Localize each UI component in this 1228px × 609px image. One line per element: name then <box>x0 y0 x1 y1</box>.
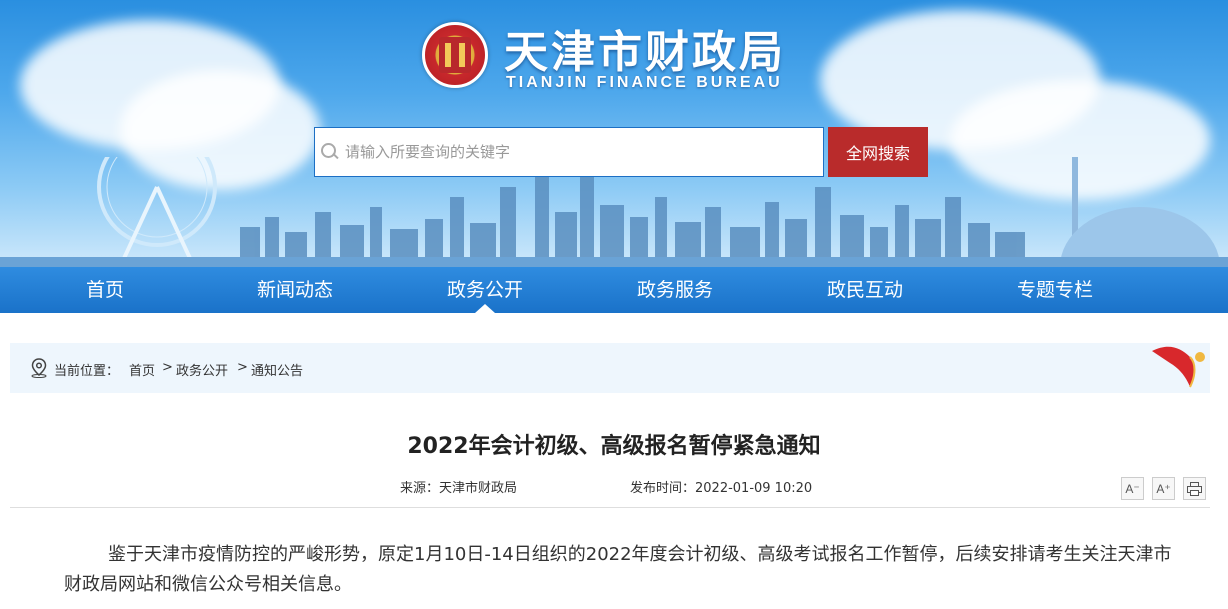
breadcrumb-item-gov-affairs[interactable]: 政务公开 <box>176 360 228 379</box>
location-pin-icon <box>31 358 47 378</box>
breadcrumb-prefix: 当前位置： <box>54 364 120 379</box>
ribbon-decoration-icon <box>1152 346 1205 388</box>
nav-item-home[interactable]: 首页 <box>10 267 200 313</box>
breadcrumb: 当前位置： 首页 > 政务公开 > 通知公告 <box>10 343 1210 393</box>
divider <box>10 507 1210 508</box>
search-icon <box>321 143 339 161</box>
article-publish-time: 发布时间：2022-01-09 10:20 <box>630 481 813 496</box>
article-source: 来源：天津市财政局 <box>400 481 518 496</box>
breadcrumb-separator: > <box>162 360 173 375</box>
site-title: 天津市财政局 <box>504 27 786 78</box>
breadcrumb-separator: > <box>237 360 248 375</box>
search-input[interactable] <box>345 143 805 161</box>
emblem-icon <box>422 22 488 88</box>
nav-item-interaction[interactable]: 政民互动 <box>770 267 960 313</box>
search-box <box>314 127 824 177</box>
article-title: 2022年会计初级、高级报名暂停紧急通知 <box>407 434 821 459</box>
site-subtitle: TIANJIN FINANCE BUREAU <box>506 74 783 91</box>
nav-item-topics[interactable]: 专题专栏 <box>960 267 1150 313</box>
font-decrease-button[interactable]: A⁻ <box>1121 477 1144 500</box>
nav-item-gov-services[interactable]: 政务服务 <box>580 267 770 313</box>
print-button[interactable] <box>1183 477 1206 500</box>
nav-item-news[interactable]: 新闻动态 <box>200 267 390 313</box>
breadcrumb-item-home[interactable]: 首页 <box>129 360 155 379</box>
breadcrumb-item-notices[interactable]: 通知公告 <box>251 360 303 379</box>
header-banner: 天津市财政局 TIANJIN FINANCE BUREAU 全网搜索 <box>0 0 1228 267</box>
font-increase-button[interactable]: A⁺ <box>1152 477 1175 500</box>
article-body: 鉴于天津市疫情防控的严峻形势，原定1月10日-14日组织的2022年度会计初级、… <box>64 544 1172 595</box>
search-button[interactable]: 全网搜索 <box>828 127 928 177</box>
printer-icon <box>1187 481 1202 496</box>
nav-item-gov-affairs[interactable]: 政务公开 <box>390 267 580 313</box>
main-nav: 首页 新闻动态 政务公开 政务服务 政民互动 专题专栏 <box>0 267 1228 313</box>
